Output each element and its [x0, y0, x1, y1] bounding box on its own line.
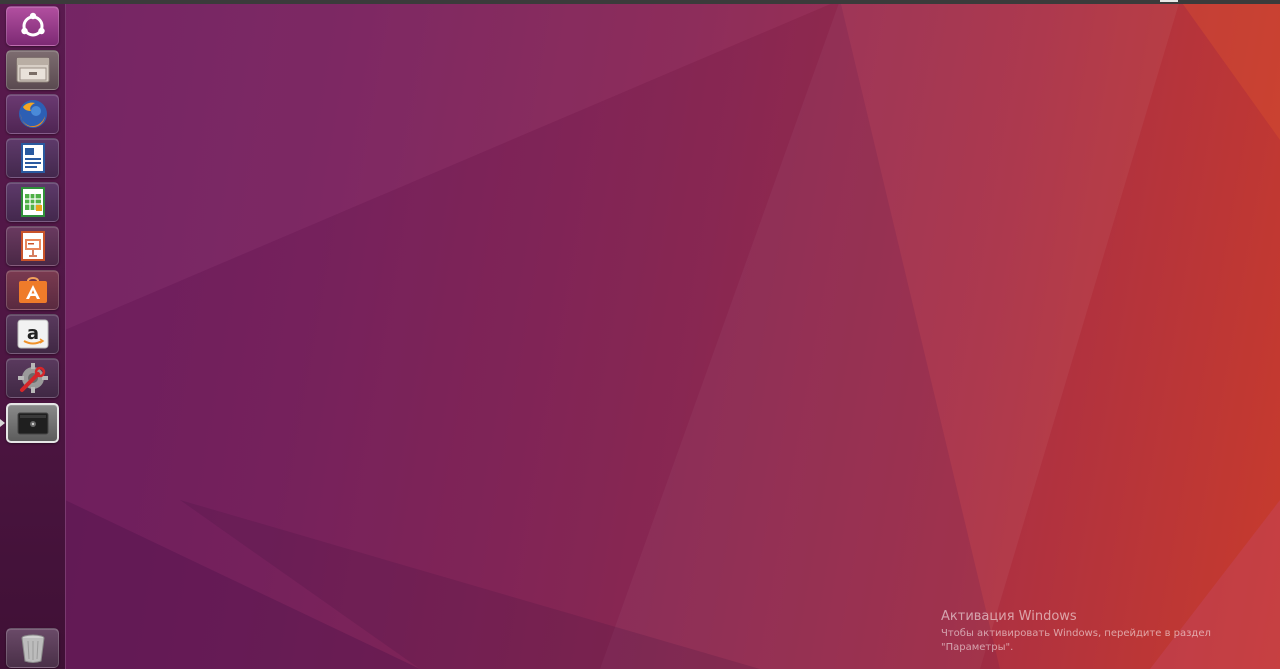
launcher: a — [0, 4, 66, 669]
panel-indicator — [1160, 0, 1178, 2]
software-center-icon — [18, 277, 47, 303]
top-panel — [0, 0, 1280, 4]
trash-icon — [21, 634, 44, 663]
launcher-impress-button[interactable] — [6, 226, 59, 266]
libreoffice-impress-icon — [20, 231, 45, 261]
activation-subtitle: Чтобы активировать Windows, перейдите в … — [941, 628, 1211, 653]
system-settings-icon — [17, 363, 48, 393]
libreoffice-calc-icon — [20, 187, 45, 217]
desktop: a Активация Windows Чтобы активировать W… — [0, 0, 1280, 669]
launcher-amazon-button[interactable]: a — [6, 314, 59, 354]
wallpaper — [65, 0, 1280, 669]
launcher-trash-button[interactable] — [6, 628, 59, 668]
windows-activation-watermark: Активация Windows Чтобы активировать Win… — [941, 608, 1280, 655]
launcher-dash-button[interactable] — [6, 6, 59, 46]
firefox-icon — [18, 100, 47, 128]
launcher-writer-button[interactable] — [6, 138, 59, 178]
device-drive-icon — [17, 412, 48, 435]
files-cabinet-icon — [16, 57, 49, 83]
launcher-software-button[interactable] — [6, 270, 59, 310]
ubuntu-dash-icon — [20, 12, 45, 37]
launcher-device-button[interactable] — [6, 403, 59, 443]
launcher-files-button[interactable] — [6, 50, 59, 90]
libreoffice-writer-icon — [20, 143, 45, 173]
svg-text:a: a — [26, 323, 38, 344]
launcher-calc-button[interactable] — [6, 182, 59, 222]
launcher-settings-button[interactable] — [6, 358, 59, 398]
active-app-indicator — [0, 419, 5, 427]
activation-title: Активация Windows — [941, 609, 1077, 624]
launcher-firefox-button[interactable] — [6, 94, 59, 134]
amazon-icon: a — [17, 319, 48, 349]
